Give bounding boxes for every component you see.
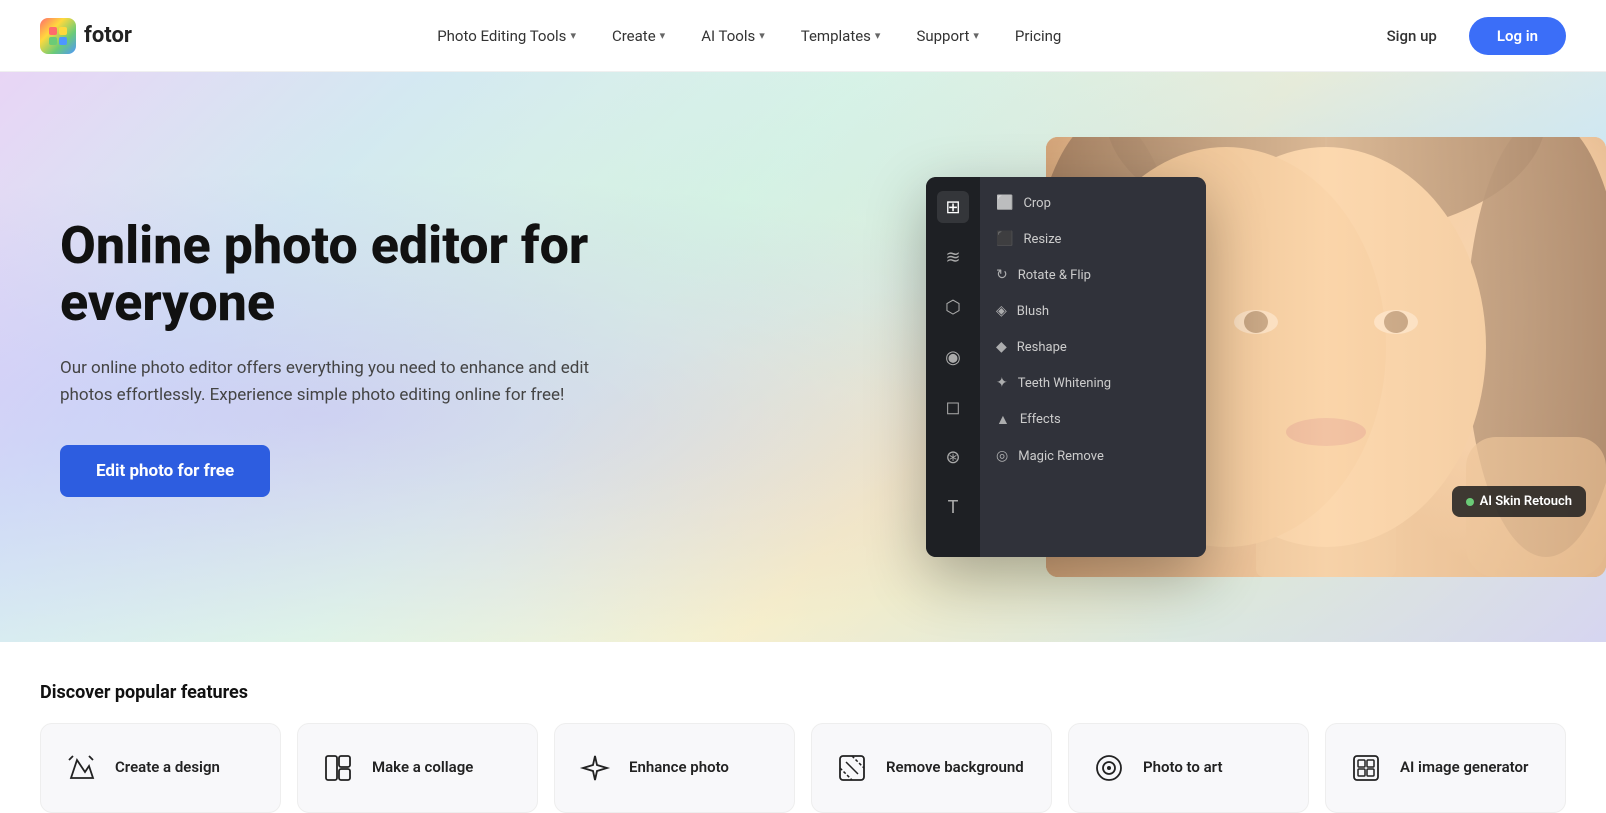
feature-label-create-design: Create a design	[115, 758, 220, 778]
menu-item-magic[interactable]: ◎ Magic Remove	[980, 438, 1206, 474]
chevron-down-icon: ▾	[973, 29, 979, 42]
crop-icon: ⬜	[996, 195, 1013, 211]
logo-text: fotor	[84, 23, 132, 48]
feature-card-enhance-photo[interactable]: Enhance photo	[554, 723, 795, 813]
chevron-down-icon: ▾	[570, 29, 576, 42]
hero-title: Online photo editor for everyone	[60, 217, 660, 331]
hero-section: Online photo editor for everyone Our onl…	[0, 72, 1606, 642]
nav-ai-tools[interactable]: AI Tools ▾	[687, 19, 779, 53]
feature-label-make-collage: Make a collage	[372, 758, 473, 778]
menu-item-blush[interactable]: ◈ Blush	[980, 293, 1206, 329]
menu-item-resize[interactable]: ⬛ Resize	[980, 221, 1206, 257]
sidebar-eye-icon[interactable]: ◉	[937, 341, 969, 373]
sidebar-beauty-icon[interactable]: ⬡	[937, 291, 969, 323]
menu-item-reshape[interactable]: ◆ Reshape	[980, 329, 1206, 365]
sidebar-frame-icon[interactable]: ◻	[937, 391, 969, 423]
ai-badge-indicator	[1466, 498, 1474, 506]
ai-skin-retouch-badge: AI Skin Retouch	[1452, 486, 1586, 517]
bottom-section: Discover popular features Create a desig…	[0, 642, 1606, 813]
menu-label-reshape: Reshape	[1017, 340, 1067, 355]
feature-card-photo-to-art[interactable]: Photo to art	[1068, 723, 1309, 813]
nav-auth: Sign up Log in	[1367, 17, 1566, 55]
nav-pricing[interactable]: Pricing	[1001, 19, 1075, 53]
ai-badge-label: AI Skin Retouch	[1480, 494, 1572, 509]
create-design-icon	[61, 748, 101, 788]
menu-label-effects: Effects	[1020, 412, 1061, 427]
panel-menu: ⬜ Crop ⬛ Resize ↻ Rotate & Flip ◈ Blush	[980, 177, 1206, 557]
logo-icon	[40, 18, 76, 54]
nav-links: Photo Editing Tools ▾ Create ▾ AI Tools …	[423, 19, 1075, 53]
logo[interactable]: fotor	[40, 18, 132, 54]
menu-label-rotate: Rotate & Flip	[1018, 268, 1091, 283]
editor-panel: ⊞ ≋ ⬡ ◉ ◻ ⊛ T ⬜ Crop ⬛ Resize	[926, 177, 1206, 557]
edit-photo-cta-button[interactable]: Edit photo for free	[60, 445, 270, 497]
menu-item-effects[interactable]: ▲ Effects	[980, 401, 1206, 438]
nav-create[interactable]: Create ▾	[598, 19, 679, 53]
nav-photo-editing-tools[interactable]: Photo Editing Tools ▾	[423, 19, 590, 53]
feature-card-create-design[interactable]: Create a design	[40, 723, 281, 813]
sidebar-adjust-icon[interactable]: ≋	[937, 241, 969, 273]
menu-label-teeth: Teeth Whitening	[1018, 376, 1111, 391]
remove-bg-icon	[832, 748, 872, 788]
effects-icon: ▲	[996, 411, 1010, 428]
editor-mockup: AI Skin Retouch ⊞ ≋ ⬡ ◉ ◻ ⊛ T ⬜ Crop	[926, 137, 1606, 577]
menu-item-teeth[interactable]: ✦ Teeth Whitening	[980, 365, 1206, 401]
resize-icon: ⬛	[996, 231, 1013, 247]
feature-label-ai-image-gen: AI image generator	[1400, 758, 1528, 778]
reshape-icon: ◆	[996, 339, 1007, 355]
feature-label-remove-bg: Remove background	[886, 758, 1024, 778]
magic-icon: ◎	[996, 448, 1008, 464]
feature-card-make-collage[interactable]: Make a collage	[297, 723, 538, 813]
hero-image-area: AI Skin Retouch ⊞ ≋ ⬡ ◉ ◻ ⊛ T ⬜ Crop	[906, 72, 1606, 642]
make-collage-icon	[318, 748, 358, 788]
menu-label-blush: Blush	[1017, 304, 1049, 319]
sidebar-people-icon[interactable]: ⊛	[937, 441, 969, 473]
chevron-down-icon: ▾	[875, 29, 881, 42]
blush-icon: ◈	[996, 303, 1007, 319]
login-button[interactable]: Log in	[1469, 17, 1566, 55]
feature-card-remove-bg[interactable]: Remove background	[811, 723, 1052, 813]
nav-templates[interactable]: Templates ▾	[787, 19, 895, 53]
rotate-icon: ↻	[996, 267, 1008, 283]
panel-sidebar: ⊞ ≋ ⬡ ◉ ◻ ⊛ T	[926, 177, 980, 557]
navbar: fotor Photo Editing Tools ▾ Create ▾ AI …	[0, 0, 1606, 72]
signup-button[interactable]: Sign up	[1367, 18, 1457, 54]
discover-title: Discover popular features	[40, 682, 1566, 703]
chevron-down-icon: ▾	[759, 29, 765, 42]
chevron-down-icon: ▾	[660, 29, 666, 42]
hero-subtitle: Our online photo editor offers everythin…	[60, 355, 620, 409]
menu-label-resize: Resize	[1023, 232, 1061, 247]
feature-cards: Create a design Make a collage Enhance p…	[40, 723, 1566, 813]
menu-label-magic: Magic Remove	[1018, 449, 1104, 464]
sidebar-grid-icon[interactable]: ⊞	[937, 191, 969, 223]
feature-card-ai-image-gen[interactable]: AI image generator	[1325, 723, 1566, 813]
feature-label-photo-to-art: Photo to art	[1143, 758, 1223, 778]
feature-label-enhance-photo: Enhance photo	[629, 758, 729, 778]
menu-item-rotate[interactable]: ↻ Rotate & Flip	[980, 257, 1206, 293]
menu-item-crop[interactable]: ⬜ Crop	[980, 185, 1206, 221]
photo-to-art-icon	[1089, 748, 1129, 788]
enhance-photo-icon	[575, 748, 615, 788]
sidebar-text-icon[interactable]: T	[937, 491, 969, 523]
nav-support[interactable]: Support ▾	[902, 19, 992, 53]
teeth-icon: ✦	[996, 375, 1008, 391]
ai-image-gen-icon	[1346, 748, 1386, 788]
hero-content: Online photo editor for everyone Our onl…	[0, 157, 720, 558]
menu-label-crop: Crop	[1023, 196, 1050, 211]
